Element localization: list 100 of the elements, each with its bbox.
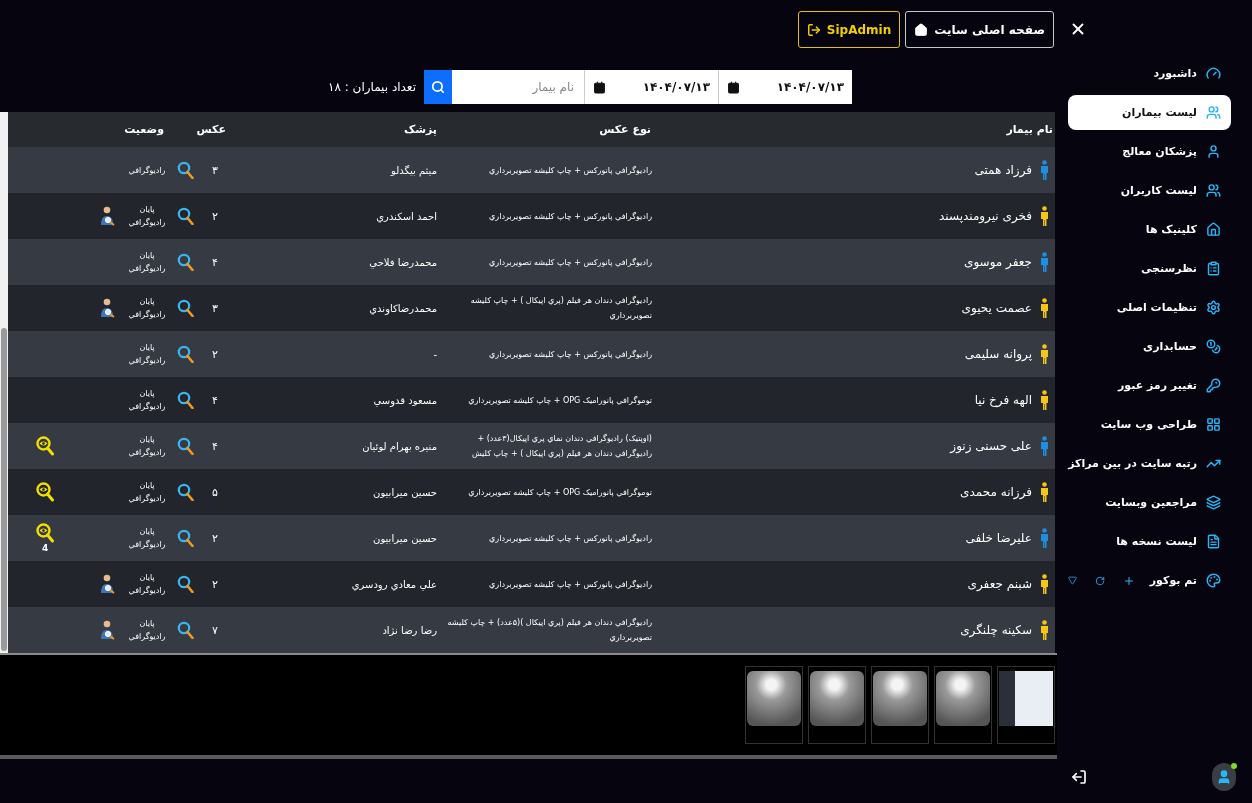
- table-cell-text: مسعود قدوسي: [372, 394, 438, 406]
- theme-item[interactable]: تم بوکور: [1068, 563, 1231, 598]
- sidebar-item[interactable]: مراجعین وبسایت: [1068, 485, 1231, 520]
- users-icon: [1206, 105, 1221, 120]
- table-row[interactable]: جعفر موسوی رادیوگرافي پانورکس + چاپ کلیشه تصویربرداري محمدرضا فلاحي ۴ پایان رادیوگرافي: [8, 239, 1055, 285]
- search-icon[interactable]: [176, 437, 194, 455]
- table-cell-text: علي معادي رودسري: [350, 578, 438, 590]
- person-magnifier-icon[interactable]: [100, 298, 116, 318]
- table-cell-text: رادیوگرافي: [127, 164, 167, 177]
- sidebar-item[interactable]: طراحی وب سایت: [1068, 407, 1231, 442]
- search-icon[interactable]: [176, 207, 194, 225]
- xray-thumbnail[interactable]: [808, 666, 866, 744]
- eye-magnifier-icon[interactable]: [36, 482, 54, 502]
- table-cell-text: ۴: [211, 255, 219, 269]
- table-row[interactable]: سکینه چلنگری رادیوگرافي دندان هر فیلم (پري اپیکال )(۵عدد) + چاپ کلیشه تصویربرداري رضا رضا نژاد ۷ پایان رادیوگرافي: [8, 607, 1055, 653]
- eye-magnifier-icon[interactable]: [36, 523, 54, 543]
- sidebar-item[interactable]: حسابداری: [1068, 329, 1231, 364]
- table-row[interactable]: الهه فرخ نیا توموگرافي پانورامیک OPG + چاپ کلیشه تصویربرداري مسعود قدوسي ۴ پایان رادیوگرافي: [8, 377, 1055, 423]
- users-icon: [1206, 183, 1221, 198]
- table-cell-text: (اوپتیک) رادیوگرافي دندان نماي پري اپیکال(۳عدد) + رادیوگرافي دندان هر فیلم (پري اپیکال ) + چاپ کلیش: [470, 433, 653, 460]
- refresh-icon[interactable]: [1095, 575, 1105, 586]
- table-row[interactable]: علی حسنی زنوز (اوپتیک) رادیوگرافي دندان نماي پري اپیکال(۳عدد) + رادیوگرافي دندان هر فیلم (پري اپیکال ) + چاپ کلیش منیره بهرام لوئیان ۴ پایان رادیوگرافي: [8, 423, 1055, 469]
- exit-icon: [806, 22, 821, 37]
- person-magnifier-icon[interactable]: [100, 574, 116, 594]
- table-cell-text: محمدرضاکاوندي: [368, 302, 438, 314]
- coins-icon: [1206, 339, 1221, 354]
- sidebar-item[interactable]: تنظیمات اصلی: [1068, 290, 1231, 325]
- search-icon[interactable]: [176, 529, 194, 547]
- person-magnifier-icon[interactable]: [100, 206, 116, 226]
- home-button[interactable]: صفحه اصلی سایت: [905, 11, 1054, 48]
- search-icon[interactable]: [176, 253, 194, 271]
- table-cell-text: پایان رادیوگرافي: [127, 250, 167, 275]
- sidebar-item[interactable]: لیست کاربران: [1068, 173, 1231, 208]
- xray-thumbnail[interactable]: [871, 666, 929, 744]
- search-icon[interactable]: [176, 345, 194, 363]
- patient-name: سکینه چلنگری: [960, 623, 1032, 637]
- table-row[interactable]: فرزاد همتی رادیوگرافي پانورکس + چاپ کلیشه تصویربرداري میثم بیگدلو ۳ رادیوگرافي: [8, 147, 1055, 193]
- sidebar-item[interactable]: نظرسنجی: [1068, 251, 1231, 286]
- theme-label: تم بوکور: [1149, 574, 1197, 587]
- patient-name: جعفر موسوی: [964, 255, 1032, 269]
- table-cell-text: رادیوگرافي پانورکس + چاپ کلیشه تصویربرداري: [488, 532, 653, 545]
- table-cell-text: حسین میرابیون: [372, 486, 438, 498]
- user-icon: [1216, 769, 1232, 785]
- table-row[interactable]: فرزانه محمدی توموگرافي پانورامیک OPG + چاپ کلیشه تصویربرداري حسین میرابیون ۵ پایان رادیوگرافي: [8, 469, 1055, 515]
- sidebar-item[interactable]: رتبه سایت در بین مراکز: [1068, 446, 1231, 481]
- patient-name: شبنم جعفری: [967, 577, 1032, 591]
- sidebar-item[interactable]: داشبورد: [1068, 56, 1231, 91]
- xray-thumbnail[interactable]: [745, 666, 803, 744]
- table-row[interactable]: عصمت یحیوی رادیوگرافي دندان هر فیلم (پري اپیکال ) + چاپ کلیشه تصویربرداري محمدرضاکاوندي ۳ پایان رادیوگرافي: [8, 285, 1055, 331]
- table-cell-text: پایان رادیوگرافي: [127, 526, 167, 551]
- search-icon[interactable]: [176, 299, 194, 317]
- user-icon: [1206, 144, 1221, 159]
- table-row[interactable]: پروانه سلیمی رادیوگرافي پانورکس + چاپ کلیشه تصویربرداري - ۲ پایان رادیوگرافي: [8, 331, 1055, 377]
- table-cell-text: توموگرافي پانورامیک OPG + چاپ کلیشه تصویربرداري: [467, 486, 653, 499]
- person-magnifier-icon[interactable]: [100, 620, 116, 640]
- search-icon[interactable]: [176, 483, 194, 501]
- table-cell-text: احمد اسکندري: [375, 210, 438, 222]
- clipboard-icon: [1206, 261, 1221, 276]
- date-field[interactable]: ۱۴۰۴/۰۷/۱۳: [718, 70, 852, 104]
- table-cell-text: رادیوگرافي پانورکس + چاپ کلیشه تصویربرداري: [488, 256, 653, 269]
- table-cell-text: توموگرافي پانورامیک OPG + چاپ کلیشه تصویربرداري: [467, 394, 653, 407]
- table-row[interactable]: شبنم جعفری رادیوگرافي پانورکس + چاپ کلیشه تصویربرداري علي معادي رودسري ۲ پایان رادیوگرافي: [8, 561, 1055, 607]
- document-thumbnail[interactable]: [997, 666, 1055, 744]
- layers-icon: [1206, 495, 1221, 510]
- sidebar-item[interactable]: پزشکان معالج: [1068, 134, 1231, 169]
- patient-name: علی حسنی زنوز: [950, 439, 1032, 453]
- table-header: نام بیمار نوع عکس پزشک عکس وضعیت: [8, 112, 1055, 147]
- logout-icon[interactable]: [1071, 769, 1087, 785]
- gauge-icon: [1206, 66, 1221, 81]
- table-cell-text: ۴: [211, 393, 219, 407]
- calendar-icon: [727, 80, 740, 94]
- patient-name: الهه فرخ نیا: [974, 393, 1032, 407]
- sidebar-item[interactable]: لیست نسخه ها: [1068, 524, 1231, 559]
- triangle-icon[interactable]: [1068, 576, 1077, 585]
- admin-button[interactable]: SipAdmin: [797, 11, 901, 48]
- search-button[interactable]: [424, 70, 452, 104]
- search-icon[interactable]: [176, 161, 194, 179]
- date-field[interactable]: ۱۴۰۴/۰۷/۱۳: [584, 70, 718, 104]
- xray-thumbnail[interactable]: [934, 666, 992, 744]
- search-icon[interactable]: [176, 391, 194, 409]
- patient-count: تعداد بیماران : ۱۸: [328, 80, 416, 94]
- table-row[interactable]: فخری نیرومندپسند رادیوگرافي پانورکس + چاپ کلیشه تصویربرداري احمد اسکندري ۲ پایان رادیوگرافي: [8, 193, 1055, 239]
- sidebar-item[interactable]: لیست بیماران: [1068, 95, 1231, 130]
- table-cell-text: پایان رادیوگرافي: [127, 388, 167, 413]
- user-avatar[interactable]: [1212, 763, 1236, 791]
- table-cell-text: ۲: [211, 577, 219, 591]
- grid-icon: [1206, 417, 1221, 432]
- table-cell-text: منیره بهرام لوئیان: [361, 440, 438, 452]
- patient-name-field[interactable]: نام بیمار: [452, 70, 584, 104]
- table-cell-text: پایان رادیوگرافي: [127, 618, 167, 643]
- plus-icon[interactable]: [1123, 574, 1135, 587]
- table-cell-text: ۷: [211, 623, 219, 637]
- eye-magnifier-icon[interactable]: [36, 436, 54, 456]
- patient-name: عصمت یحیوی: [961, 301, 1032, 315]
- scrollbar[interactable]: [0, 112, 8, 653]
- search-icon[interactable]: [176, 575, 194, 593]
- sidebar-item[interactable]: تغییر رمز عبور: [1068, 368, 1231, 403]
- search-icon[interactable]: [176, 621, 194, 639]
- sidebar-item[interactable]: کلینیک ها: [1068, 212, 1231, 247]
- table-cell-text: ۲: [211, 347, 219, 361]
